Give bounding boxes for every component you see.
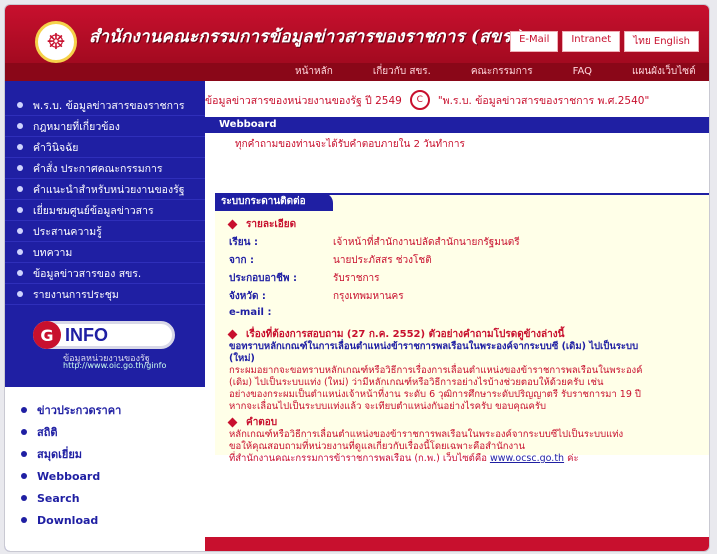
info-text-act[interactable]: "พ.ร.บ. ข้อมูลข่าวสารของราชการ พ.ศ.2540" bbox=[438, 92, 649, 109]
field-province: จังหวัด : กรุงเทพมหานคร bbox=[229, 291, 404, 302]
bullet-icon bbox=[17, 102, 23, 108]
bullet-icon bbox=[21, 473, 27, 479]
sidebar: พ.ร.บ. ข้อมูลข่าวสารของราชการ กฎหมายที่เ… bbox=[5, 81, 205, 551]
info-bar: ข้อมูลข่าวสารของหน่วยงานของรัฐ ปี 2549 C… bbox=[205, 89, 709, 111]
question-subject: ขอทราบหลักเกณฑ์ในการเลื่อนตำแหน่งข้าราชก… bbox=[229, 341, 639, 352]
sidebar-item[interactable]: คำสั่ง ประกาศคณะกรรมการ bbox=[5, 158, 205, 179]
bullet-icon bbox=[17, 123, 23, 129]
field-from: จาก : นายประภัสสร ช่วงโชติ bbox=[229, 255, 432, 266]
bullet-icon bbox=[21, 451, 27, 457]
bullet-icon bbox=[17, 249, 23, 255]
sidebar-links: ข่าวประกวดราคา สถิติ สมุดเยี่ยม Webboard… bbox=[5, 387, 205, 551]
bullet-icon bbox=[17, 207, 23, 213]
language-link[interactable]: ไทย English bbox=[624, 31, 699, 52]
question-line: หากจะเลื่อนไปเป็นระบบแท่งแล้ว จะเทียบตำแ… bbox=[229, 401, 547, 412]
sidebar-link-guestbook[interactable]: สมุดเยี่ยม bbox=[5, 443, 205, 465]
browser-page: ☸ สำนักงานคณะกรรมการข้อมูลข่าวสารของราชก… bbox=[4, 4, 710, 552]
info-c-icon: C bbox=[409, 90, 430, 110]
logo-icon[interactable]: ☸ bbox=[35, 21, 77, 63]
question-line: (เดิม) ไปเป็นระบบแท่ง (ใหม่) ว่ามีหลักเก… bbox=[229, 377, 604, 388]
diamond-icon bbox=[227, 329, 238, 340]
bullet-icon bbox=[21, 407, 27, 413]
bullet-icon bbox=[17, 291, 23, 297]
bullet-icon bbox=[17, 228, 23, 234]
sidebar-item[interactable]: ข้อมูลข่าวสารของ สขร. bbox=[5, 263, 205, 284]
main-content: ข้อมูลข่าวสารของหน่วยงานของรัฐ ปี 2549 C… bbox=[205, 81, 709, 551]
intranet-link[interactable]: Intranet bbox=[562, 31, 621, 52]
site-header: ☸ สำนักงานคณะกรรมการข้อมูลข่าวสารของราชก… bbox=[5, 5, 709, 63]
sidebar-item[interactable]: คำแนะนำสำหรับหน่วยงานของรัฐ bbox=[5, 179, 205, 200]
bullet-icon bbox=[21, 495, 27, 501]
top-links: E-Mail Intranet ไทย English bbox=[510, 31, 699, 52]
site-title: สำนักงานคณะกรรมการข้อมูลข่าวสารของราชการ… bbox=[89, 27, 526, 47]
details-heading: รายละเอียด bbox=[227, 217, 296, 232]
sidebar-link-search[interactable]: Search bbox=[5, 487, 205, 509]
ginfo-logo: G INFO bbox=[33, 321, 175, 349]
bullet-icon bbox=[17, 165, 23, 171]
diamond-icon bbox=[227, 219, 238, 230]
question-heading: เรื่องที่ต้องการสอบถาม (27 ก.ค. 2552) ตั… bbox=[227, 327, 564, 342]
menu-item-home[interactable]: หน้าหลัก bbox=[275, 63, 353, 81]
answer-line: ขอให้คุณสอบถามที่หน่วยงานที่ดูแลเกี่ยวกั… bbox=[229, 441, 525, 452]
sidebar-link-download[interactable]: Download bbox=[5, 509, 205, 531]
info-text[interactable]: ข้อมูลข่าวสารของหน่วยงานของรัฐ ปี 2549 bbox=[205, 92, 402, 109]
ginfo-label: INFO bbox=[65, 324, 108, 345]
sidebar-link-bids[interactable]: ข่าวประกวดราคา bbox=[5, 399, 205, 421]
ginfo-g-icon: G bbox=[33, 321, 61, 349]
diamond-icon bbox=[227, 417, 238, 428]
contact-board: ระบบกระดานติดต่อ รายละเอียด เรียน : เจ้าห… bbox=[215, 193, 709, 464]
sidebar-item[interactable]: รายงานการประชุม bbox=[5, 284, 205, 305]
answer-line-last: ที่สำนักงานคณะกรรมการข้าราชการพลเรือน (ก… bbox=[229, 453, 579, 464]
email-link[interactable]: E-Mail bbox=[510, 31, 559, 52]
bullet-icon bbox=[21, 429, 27, 435]
sidebar-link-webboard[interactable]: Webboard bbox=[5, 465, 205, 487]
bullet-icon bbox=[17, 186, 23, 192]
field-occupation: ประกอบอาชีพ : รับราชการ bbox=[229, 273, 380, 284]
sidebar-item[interactable]: กฎหมายที่เกี่ยวข้อง bbox=[5, 116, 205, 137]
sidebar-item[interactable]: บทความ bbox=[5, 242, 205, 263]
menu-item-sitemap[interactable]: แผนผังเว็บไซต์ bbox=[612, 63, 709, 81]
footer-bar bbox=[205, 537, 709, 551]
menu-item-about[interactable]: เกี่ยวกับ สขร. bbox=[353, 63, 451, 81]
field-to: เรียน : เจ้าหน้าที่สำนักงานปลัดสำนักนายกร… bbox=[229, 237, 520, 248]
bullet-icon bbox=[17, 144, 23, 150]
main-menu-bar: หน้าหลัก เกี่ยวกับ สขร. คณะกรรมการ FAQ แ… bbox=[5, 63, 709, 81]
ginfo-banner[interactable]: G INFO ข้อมูลหน่วยงานของรัฐ http://www.o… bbox=[33, 321, 183, 370]
bullet-icon bbox=[17, 270, 23, 276]
menu-item-faq[interactable]: FAQ bbox=[553, 63, 612, 81]
answer-heading: คำตอบ bbox=[227, 415, 277, 430]
field-email: e-mail : bbox=[229, 307, 272, 318]
webboard-bar: Webboard bbox=[205, 117, 709, 133]
menu-item-committee[interactable]: คณะกรรมการ bbox=[451, 63, 553, 81]
question-line: กระผมอยากจะขอทราบหลักเกณฑ์หรือวิธีการเรื… bbox=[229, 365, 643, 376]
ginfo-url: http://www.oic.go.th/ginfo bbox=[63, 361, 167, 370]
sidebar-link-stats[interactable]: สถิติ bbox=[5, 421, 205, 443]
sidebar-item[interactable]: พ.ร.บ. ข้อมูลข่าวสารของราชการ bbox=[5, 95, 205, 116]
contact-board-title: ระบบกระดานติดต่อ bbox=[215, 193, 333, 211]
bullet-icon bbox=[21, 517, 27, 523]
sidebar-item[interactable]: เยี่ยมชมศูนย์ข้อมูลข่าวสาร bbox=[5, 200, 205, 221]
question-line: อย่างของกระผมเป็นตำแหน่งเจ้าหน้าที่งาน ร… bbox=[229, 389, 641, 400]
question-subject-2: (ใหม่) bbox=[229, 353, 255, 364]
sidebar-item[interactable]: ประสานความรู้ bbox=[5, 221, 205, 242]
answer-line: หลักเกณฑ์หรือวิธีการเลื่อนตำแหน่งของข้าร… bbox=[229, 429, 624, 440]
sidebar-item[interactable]: คำวินิจฉัย bbox=[5, 137, 205, 158]
ocsc-link[interactable]: www.ocsc.go.th bbox=[490, 453, 564, 464]
answer-note: ทุกคำถามของท่านจะได้รับคำตอบภายใน 2 วันท… bbox=[235, 139, 465, 150]
